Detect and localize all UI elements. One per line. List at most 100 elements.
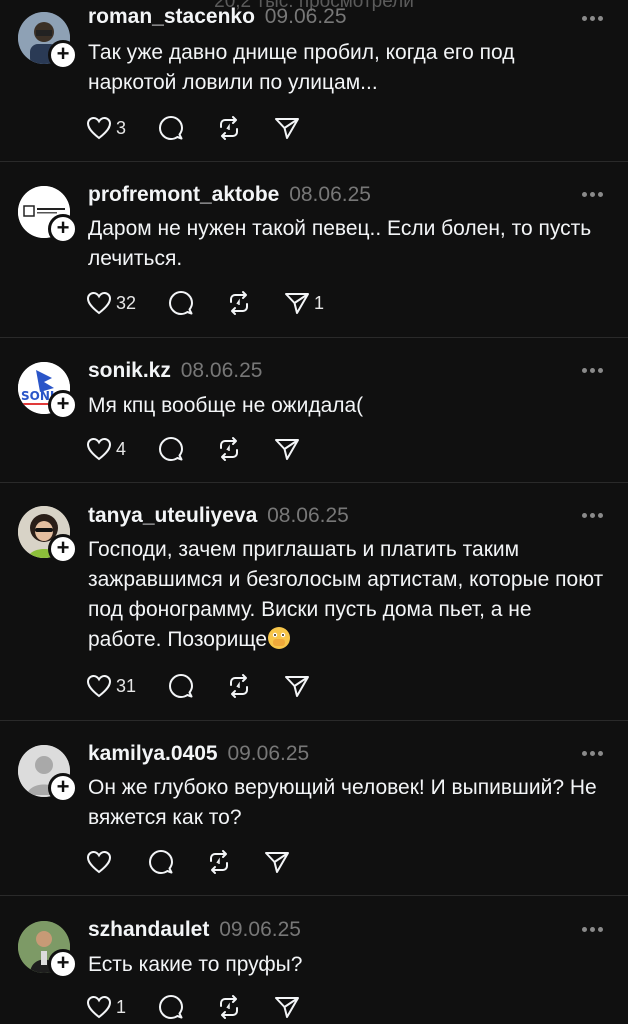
comment-date: 09.06.25 [227,742,310,765]
more-dots-icon[interactable] [582,927,604,933]
comment-date: 09.06.25 [219,918,301,941]
repost-button[interactable] [226,671,252,701]
comment-text: Мя кпц вообще не ожидала( [88,394,364,417]
reply-button[interactable] [158,434,184,464]
comment-header: szhandaulet 09.06.25 [88,917,301,943]
share-button[interactable]: 1 [284,288,324,318]
share-button[interactable] [274,992,300,1022]
divider [0,720,628,721]
like-button[interactable]: 32 [86,288,136,318]
share-button[interactable] [264,847,290,877]
reply-button[interactable] [168,671,194,701]
like-count: 1 [116,996,127,1017]
comment-text: Он же глубоко верующий человек! И выпивш… [88,776,597,829]
username[interactable]: sonik.kz [88,359,171,382]
follow-plus-icon[interactable]: + [48,390,78,420]
repost-button[interactable] [216,992,242,1022]
username[interactable]: tanya_uteuliyeva [88,504,257,527]
comment-header: roman_stacenko 09.06.25 [88,4,347,30]
send-icon [275,118,300,139]
username[interactable]: kamilya.0405 [88,742,218,765]
comment-bubble-icon [169,291,194,315]
avatar-wrap[interactable]: + [18,12,78,70]
like-button[interactable]: 3 [86,113,126,143]
repost-button[interactable] [216,113,242,143]
heart-icon [86,291,112,315]
username[interactable]: profremont_aktobe [88,183,279,206]
repost-button[interactable] [226,288,252,318]
more-dots-icon[interactable] [582,192,604,198]
repost-button[interactable] [206,847,232,877]
username[interactable]: szhandaulet [88,918,209,941]
repost-icon [220,995,239,1019]
send-icon [275,439,300,460]
comment-bubble-icon [149,850,173,874]
comment-actions: 3 [86,113,332,143]
comment-header: tanya_uteuliyeva 08.06.25 [88,503,349,529]
comment-bubble-icon [169,674,194,698]
like-count: 32 [116,292,137,313]
comment-actions: 1 [86,992,332,1022]
comment-actions: 32 1 [86,288,356,318]
avatar-wrap[interactable]: + [18,506,78,564]
divider [0,482,628,483]
more-dots-icon[interactable] [582,513,604,519]
like-button[interactable] [86,847,116,877]
like-count: 31 [116,675,137,696]
comment-date: 08.06.25 [180,359,263,382]
comment-actions: 31 [86,671,342,701]
heart-icon [86,437,112,461]
reply-button[interactable] [158,113,184,143]
comment-text: Господи, зачем приглашать и платить таки… [88,535,608,655]
send-icon [275,997,300,1018]
comment-header: kamilya.0405 09.06.25 [88,741,309,767]
repost-button[interactable] [216,434,242,464]
comment-bubble-icon [159,995,184,1019]
follow-plus-icon[interactable]: + [48,949,78,979]
avatar-wrap[interactable]: + [18,745,78,803]
reply-button[interactable] [148,847,174,877]
more-dots-icon[interactable] [582,368,604,374]
follow-plus-icon[interactable]: + [48,214,78,244]
repost-icon [220,437,239,461]
follow-plus-icon[interactable]: + [48,40,78,70]
repost-icon [220,116,239,140]
like-button[interactable]: 4 [86,434,126,464]
comment-bubble-icon [159,437,184,461]
heart-icon [86,850,112,874]
comment-date: 09.06.25 [264,5,347,28]
username[interactable]: roman_stacenko [88,5,255,28]
like-button[interactable]: 31 [86,671,136,701]
divider [0,161,628,162]
repost-icon [230,291,249,315]
reply-button[interactable] [168,288,194,318]
comment-date: 08.06.25 [267,504,349,527]
comment-text: Есть какие то пруфы? [88,953,303,976]
avatar-wrap[interactable]: + [18,921,78,979]
comment-actions: 4 [86,434,332,464]
divider [0,337,628,338]
send-icon [265,852,289,873]
face-with-open-eyes-and-hand-over-mouth-icon [268,627,291,649]
send-icon [285,293,310,314]
comment-text: Так уже давно днище пробил, когда его по… [88,41,515,94]
heart-icon [86,995,112,1019]
heart-icon [86,116,112,140]
avatar-wrap[interactable]: + [18,186,78,244]
more-dots-icon[interactable] [582,751,604,757]
share-button[interactable] [274,113,300,143]
share-button[interactable] [284,671,310,701]
comment-bubble-icon [159,116,184,140]
share-button[interactable] [274,434,300,464]
like-button[interactable]: 1 [86,992,126,1022]
comment-text: Даром не нужен такой певец.. Если болен,… [88,217,592,270]
follow-plus-icon[interactable]: + [48,773,78,803]
like-count: 3 [116,117,127,138]
avatar-wrap[interactable]: SONI + [18,362,78,420]
follow-plus-icon[interactable]: + [48,534,78,564]
share-count: 1 [314,292,325,313]
reply-button[interactable] [158,992,184,1022]
more-dots-icon[interactable] [582,16,604,22]
heart-icon [86,674,112,698]
send-icon [285,676,310,697]
